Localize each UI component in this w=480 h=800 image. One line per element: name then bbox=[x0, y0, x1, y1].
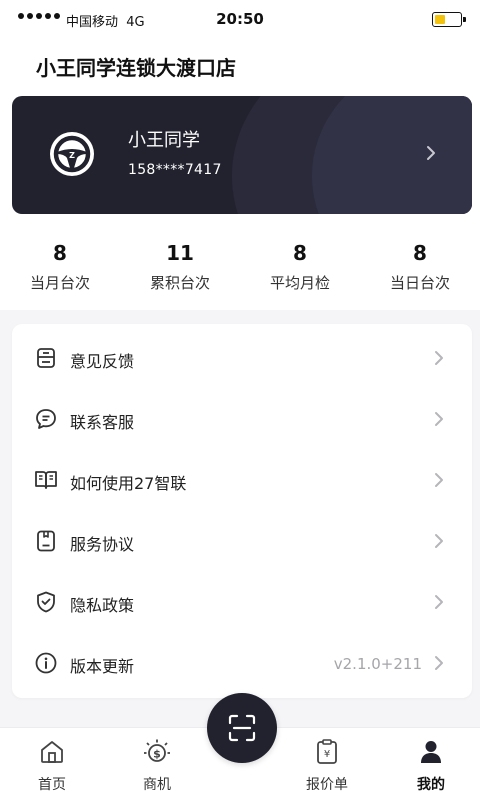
profile-card[interactable]: Z 小王同学 158****7417 bbox=[12, 96, 472, 214]
menu-label: 如何使用27智联 bbox=[70, 474, 187, 493]
stat-label: 累积台次 bbox=[149, 274, 210, 292]
menu-label: 联系客服 bbox=[70, 413, 135, 432]
business-icon: $ bbox=[144, 739, 170, 762]
inbox-icon bbox=[37, 348, 55, 368]
menu-label: 版本更新 bbox=[70, 657, 135, 676]
quote-icon: ¥ bbox=[317, 739, 337, 764]
chevron-right-icon bbox=[435, 412, 443, 426]
status-time: 20:50 bbox=[216, 10, 264, 28]
chevron-right-icon bbox=[435, 351, 443, 365]
tab-label: 首页 bbox=[38, 777, 66, 793]
chevron-right-icon bbox=[435, 656, 443, 670]
stat-label: 当日台次 bbox=[389, 274, 450, 292]
stat-daily: 8 当日台次 bbox=[360, 240, 480, 300]
stat-cumulative: 11 累积台次 bbox=[120, 240, 240, 300]
svg-text:Z: Z bbox=[69, 151, 75, 160]
menu-item-how-to-use[interactable]: 如何使用27智联 bbox=[12, 450, 472, 510]
chevron-right-icon bbox=[427, 146, 435, 160]
chevron-right-icon bbox=[435, 473, 443, 487]
menu-item-feedback[interactable]: 意见反馈 bbox=[12, 328, 472, 388]
shield-icon bbox=[37, 591, 55, 613]
chevron-right-icon bbox=[435, 595, 443, 609]
avatar: Z bbox=[50, 132, 94, 176]
tab-business[interactable]: $ 商机 bbox=[112, 728, 202, 800]
scan-icon bbox=[228, 714, 256, 742]
tab-label: 商机 bbox=[143, 777, 171, 793]
stats-row: 8 当月台次 11 累积台次 8 平均月检 8 当日台次 bbox=[0, 240, 480, 300]
tab-mine[interactable]: 我的 bbox=[386, 728, 476, 800]
menu-label: 意见反馈 bbox=[70, 352, 135, 371]
document-icon bbox=[37, 530, 55, 552]
stat-monthly: 8 当月台次 bbox=[0, 240, 120, 300]
home-icon bbox=[41, 741, 63, 763]
menu-item-customer-service[interactable]: 联系客服 bbox=[12, 389, 472, 449]
tab-label: 我的 bbox=[417, 777, 445, 793]
tab-label: 报价单 bbox=[306, 777, 348, 793]
menu-item-version-update[interactable]: 版本更新 v2.1.0+211 bbox=[12, 633, 472, 693]
stat-average: 8 平均月检 bbox=[240, 240, 360, 300]
steering-wheel-icon: Z bbox=[53, 135, 91, 173]
page-header: 小王同学连锁大渡口店 bbox=[0, 40, 480, 90]
stat-label: 平均月检 bbox=[269, 274, 330, 292]
stat-value: 8 bbox=[413, 241, 427, 265]
stat-value: 11 bbox=[166, 241, 194, 265]
battery-icon bbox=[432, 12, 466, 27]
menu-label: 服务协议 bbox=[70, 535, 135, 554]
user-icon bbox=[421, 741, 441, 763]
tab-quotation[interactable]: ¥ 报价单 bbox=[282, 728, 372, 800]
menu-label: 隐私政策 bbox=[70, 596, 135, 615]
store-title: 小王同学连锁大渡口店 bbox=[36, 56, 236, 80]
user-phone: 158****7417 bbox=[128, 162, 222, 178]
svg-text:$: $ bbox=[153, 748, 161, 761]
stat-label: 当月台次 bbox=[29, 274, 90, 292]
tab-home[interactable]: 首页 bbox=[7, 728, 97, 800]
menu-list: 意见反馈 联系客服 如何使用27智联 服务协议 隐私政策 版本更新 v2.1.0… bbox=[12, 324, 472, 698]
svg-text:¥: ¥ bbox=[324, 749, 330, 760]
book-icon bbox=[35, 471, 57, 489]
info-icon bbox=[35, 652, 57, 674]
stat-value: 8 bbox=[293, 241, 307, 265]
menu-item-service-agreement[interactable]: 服务协议 bbox=[12, 511, 472, 571]
chat-icon bbox=[36, 409, 56, 429]
user-name: 小王同学 bbox=[128, 130, 200, 151]
scan-button[interactable] bbox=[207, 693, 277, 763]
status-bar: 中国移动 4G 20:50 bbox=[0, 0, 480, 40]
version-number: v2.1.0+211 bbox=[333, 655, 422, 673]
stat-value: 8 bbox=[53, 241, 67, 265]
chevron-right-icon bbox=[435, 534, 443, 548]
menu-item-privacy-policy[interactable]: 隐私政策 bbox=[12, 572, 472, 632]
